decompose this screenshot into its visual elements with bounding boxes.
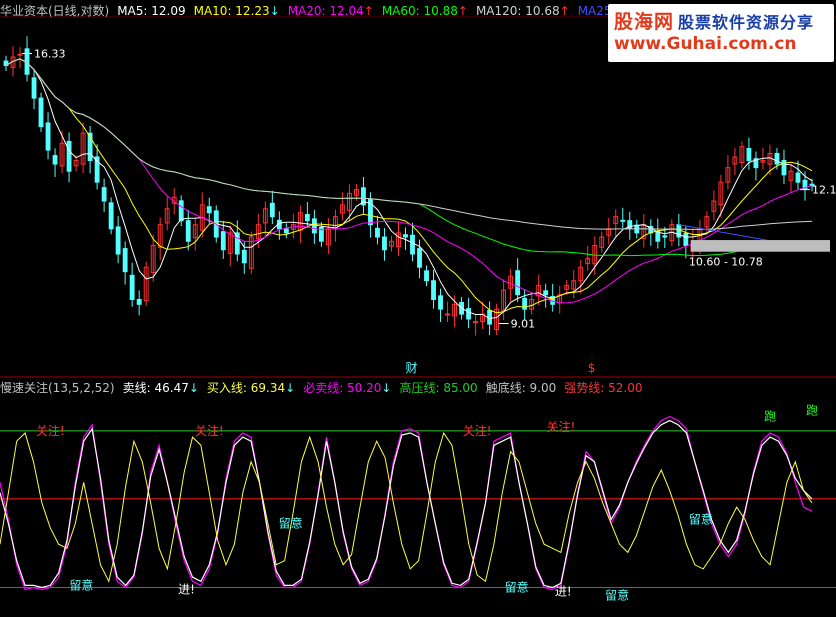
candle-body (136, 298, 142, 305)
ma60-arrow-icon: ↑ (457, 4, 468, 18)
oscillator-line (0, 419, 813, 589)
guhai-logo: 股海网 股票软件资源分享 www.Guhai.com.cn (608, 4, 834, 62)
price-legend: 华业资本(日线,对数) MA5: 12.09 MA10: 12.23↓ MA20: 1… (0, 2, 679, 19)
candle-body (438, 295, 443, 310)
ma20-label: MA20: 12.04 (287, 4, 364, 18)
candle-body (781, 159, 787, 176)
candle-body (206, 206, 212, 214)
candle-body (17, 53, 23, 56)
candle-body (101, 187, 107, 202)
price-extreme-label: 12.1 (812, 184, 836, 197)
candle-body (31, 77, 37, 99)
high-line-label: 高压线: 85.00 (399, 381, 478, 395)
candle-body (185, 220, 191, 242)
candle-body (108, 202, 114, 230)
signal-label: 留意 (279, 516, 303, 531)
candle-body (424, 270, 429, 282)
buy-arrow-icon: ↓ (285, 381, 296, 395)
ma5-label: MA5: 12.09 (117, 4, 186, 18)
candle-body (311, 218, 317, 234)
ma60-line (5, 58, 813, 257)
buy-line-label: 买入线: 69.34 (206, 381, 286, 395)
signal-label: 关注! (463, 423, 492, 438)
candle-body (627, 220, 633, 230)
chart-title: 华业资本(日线,对数) (0, 4, 110, 18)
signal-label: 留意 (505, 579, 529, 594)
candle-body (795, 172, 801, 183)
indicator-title: 慢速关注(13,5,2,52) (0, 381, 115, 395)
signal-label: 关注! (546, 419, 575, 434)
candle-body (66, 140, 72, 172)
candle-body (620, 219, 626, 222)
oscillator-line (0, 415, 813, 591)
ma120-label: MA120: 10.68 (475, 4, 560, 18)
candle-body (269, 202, 275, 218)
candle-body (683, 232, 689, 246)
ma5-line (5, 58, 813, 320)
candle-body (445, 313, 450, 316)
ma120-arrow-icon: ↑ (559, 4, 570, 18)
candle-body (466, 308, 472, 320)
event-marker: $ (588, 361, 596, 375)
logo-line1: 股海网 股票软件资源分享 (614, 7, 814, 34)
ma60-label: MA60: 10.88 (381, 4, 458, 18)
signal-label: 进! (178, 583, 195, 597)
ma10-label: MA10: 12.23 (193, 4, 270, 18)
signal-label: 跑 (806, 403, 818, 417)
candle-body (382, 236, 387, 251)
candle-body (431, 280, 436, 300)
candle-body (522, 297, 528, 310)
bottom-line-label: 触底线: 9.00 (485, 381, 557, 395)
strong-line-label: 强势线: 52.00 (564, 381, 643, 395)
logo-url: www.Guhai.com.cn (614, 34, 797, 54)
support-band (690, 240, 830, 252)
must-sell-arrow-icon: ↓ (381, 381, 392, 395)
sell-arrow-icon: ↓ (188, 381, 199, 395)
candle-body (417, 248, 422, 268)
candle-body (241, 249, 247, 264)
logo-brand: 股海网 (614, 11, 675, 33)
signal-label: 关注! (195, 423, 224, 438)
candle-body (178, 200, 184, 222)
candle-body (774, 153, 780, 165)
event-marker: 财 (405, 361, 417, 375)
candle-body (122, 248, 128, 273)
candle-body (129, 274, 135, 300)
oscillator-line (0, 431, 813, 583)
signal-label: 留意 (689, 511, 713, 526)
candle-body (304, 214, 310, 222)
signal-label: 留意 (605, 588, 629, 603)
sell-line-label: 卖线: 46.47 (122, 381, 189, 395)
price-range-label: 10.60 - 10.78 (689, 256, 763, 269)
ma20-arrow-icon: ↑ (363, 4, 374, 18)
signal-label: 跑 (764, 409, 776, 423)
price-extreme-label: 9.01 (511, 318, 536, 331)
candle-body (375, 227, 380, 238)
must-sell-label: 必卖线: 50.20 (303, 381, 382, 395)
chart-stage: 16.33 9.01 12.1 10.60 - 10.78 财 $ 关注! 关注! 关注! 关注!… (0, 16, 836, 603)
candle-body (38, 97, 44, 128)
candle-body (403, 234, 408, 238)
candle-body (283, 228, 289, 234)
indicator-legend: 慢速关注(13,5,2,52) 卖线: 46.47↓ 买入线: 69.34↓ 必卖线:… (0, 379, 650, 396)
ma120-line (5, 58, 813, 230)
signal-label: 关注! (36, 423, 65, 438)
candle-body (234, 232, 240, 255)
candle-body (45, 122, 51, 151)
candle-body (115, 226, 121, 255)
logo-slogan: 股票软件资源分享 (678, 13, 815, 32)
candle-body (662, 235, 668, 238)
candle-body (543, 290, 549, 296)
candle-body (410, 234, 415, 255)
ma10-arrow-icon: ↓ (269, 4, 280, 18)
signal-label: 留意 (69, 577, 93, 592)
candle-body (515, 270, 521, 296)
price-extreme-label: 16.33 (34, 47, 66, 60)
candle-body (52, 155, 58, 165)
candle-body (746, 147, 752, 162)
signal-label: 进! (555, 585, 572, 599)
candle-body (220, 231, 226, 251)
ma10-line (5, 58, 813, 314)
